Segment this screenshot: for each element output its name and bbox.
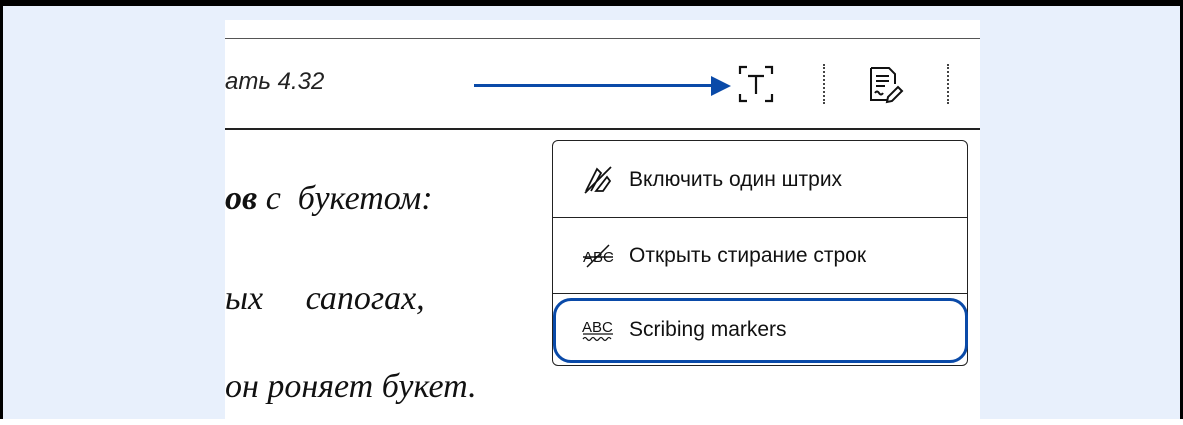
reader-screen: ать 4.32 ов с букетом: ых сапогах, он ро… xyxy=(225,20,980,425)
strike-erase-icon: ABC xyxy=(581,239,615,273)
book-text-rest: с букетом: xyxy=(257,180,433,217)
highlight-outline xyxy=(553,298,968,363)
toolbar-separator xyxy=(947,64,949,104)
notes-icon[interactable] xyxy=(865,64,905,104)
menu-divider xyxy=(553,217,967,218)
annotation-arrow-line xyxy=(474,84,714,87)
toolbar-bottom-border xyxy=(225,128,980,130)
toolbar-title: ать 4.32 xyxy=(225,68,325,95)
menu-item-label: Включить один штрих xyxy=(629,168,843,191)
screenshot-frame: ать 4.32 ов с букетом: ых сапогах, он ро… xyxy=(0,0,1183,425)
text-select-icon[interactable] xyxy=(736,64,776,104)
toolbar-top-border xyxy=(225,38,980,39)
menu-item-strike-erase[interactable]: ABC Открыть стирание строк xyxy=(553,219,967,293)
menu-item-single-stroke[interactable]: Включить один штрих xyxy=(553,143,967,217)
book-text-line-3: он роняет букет. xyxy=(225,368,477,405)
toolbar-separator xyxy=(823,64,825,104)
menu-item-label: Открыть стирание строк xyxy=(629,244,867,267)
single-stroke-icon xyxy=(581,163,615,197)
annotation-arrow-head xyxy=(711,76,731,96)
book-text-bold: ов xyxy=(225,180,258,217)
book-text-line-1: ов с букетом: xyxy=(225,180,433,218)
book-text-line-2: ых сапогах, xyxy=(225,280,425,317)
